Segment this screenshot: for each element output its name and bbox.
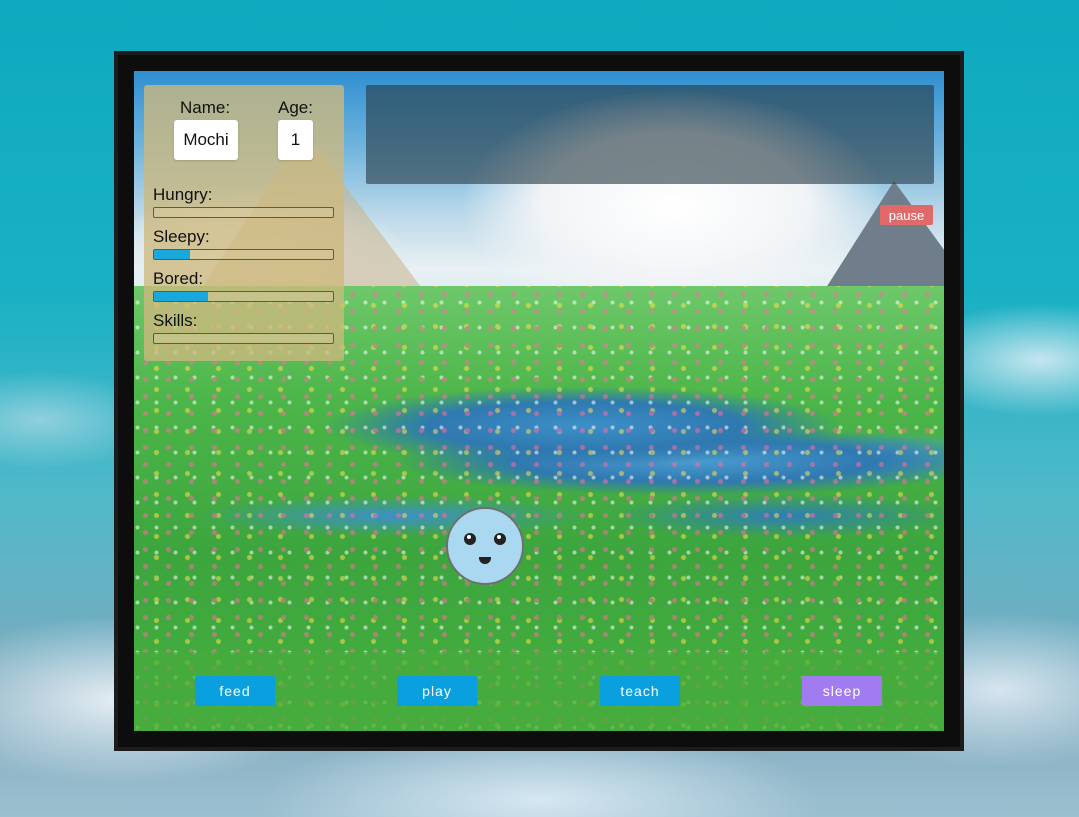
stat-skills-label: Skills: bbox=[153, 311, 198, 330]
pet-mouth bbox=[479, 557, 491, 564]
stat-bored-label: Bored: bbox=[153, 269, 204, 288]
stat-sleepy-label: Sleepy: bbox=[153, 227, 210, 246]
pet-name-field: Mochi bbox=[174, 120, 238, 160]
message-panel bbox=[366, 85, 934, 184]
stats-panel: Name: Age: Mochi 1 Hungry: Sleepy: Bored… bbox=[144, 85, 344, 361]
teach-button[interactable]: teach bbox=[600, 676, 680, 706]
stat-hungry-label: Hungry: bbox=[153, 185, 213, 204]
skills-meter bbox=[153, 333, 334, 344]
name-label: Name: bbox=[180, 98, 231, 117]
sleepy-meter-fill bbox=[154, 250, 190, 259]
bored-meter bbox=[153, 291, 334, 302]
mountain bbox=[824, 181, 944, 291]
pet-eye bbox=[494, 533, 506, 545]
pet-character[interactable] bbox=[446, 507, 524, 585]
sleepy-meter bbox=[153, 249, 334, 260]
pet-eye bbox=[464, 533, 476, 545]
hungry-meter bbox=[153, 207, 334, 218]
pet-age-field: 1 bbox=[278, 120, 313, 160]
sleep-button[interactable]: sleep bbox=[802, 676, 882, 706]
play-button[interactable]: play bbox=[397, 676, 477, 706]
bored-meter-fill bbox=[154, 292, 208, 301]
pause-button[interactable]: pause bbox=[880, 205, 933, 225]
age-label: Age: bbox=[278, 98, 313, 117]
feed-button[interactable]: feed bbox=[195, 676, 275, 706]
